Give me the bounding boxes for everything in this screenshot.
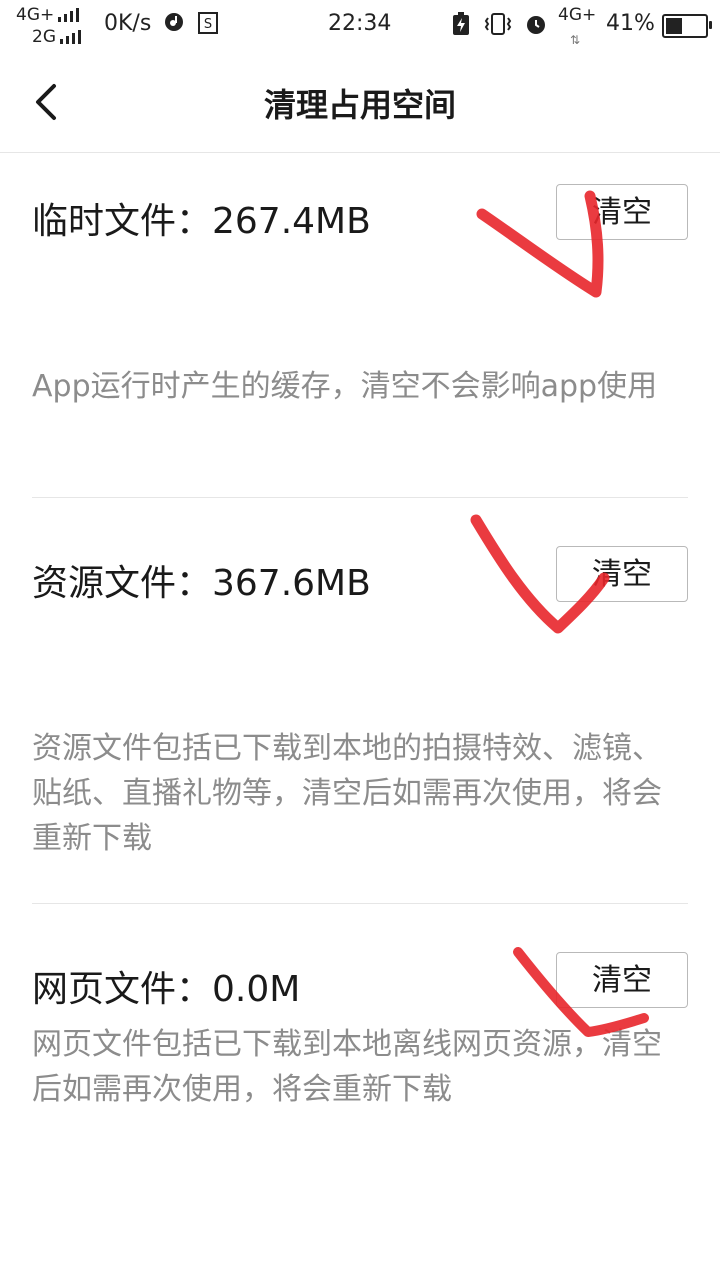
music-icon — [164, 12, 184, 40]
temp-files-section: 临时文件：267.4MB 清空 App运行时产生的缓存，清空不会影响app使用 — [32, 184, 688, 464]
network-type-top: 4G+ — [16, 5, 55, 25]
nav-bar: 清理占用空间 — [0, 52, 720, 153]
web-files-description: 网页文件包括已下载到本地离线网页资源，清空后如需再次使用，将会重新下载 — [32, 1027, 662, 1107]
resource-files-title: 资源文件：367.6MB — [32, 563, 371, 604]
resource-files-description: 资源文件包括已下载到本地的拍摄特效、滤镜、贴纸、直播礼物等，清空后如需再次使用，… — [32, 731, 662, 856]
network-type-bottom: 2G — [32, 27, 56, 47]
net-speed: 0K/s — [104, 11, 152, 36]
temp-files-description: App运行时产生的缓存，清空不会影响app使用 — [32, 369, 658, 404]
signal-network-label: 4G+ — [16, 6, 80, 24]
clear-resource-files-button[interactable]: 清空 — [556, 546, 688, 602]
temp-files-title: 临时文件：267.4MB — [32, 201, 371, 242]
web-files-title: 网页文件：0.0M — [32, 969, 301, 1010]
battery-level-fill — [666, 18, 682, 34]
clear-web-files-button[interactable]: 清空 — [556, 952, 688, 1008]
data-arrows-icon: ⇅ — [570, 33, 581, 47]
page-title: 清理占用空间 — [263, 86, 456, 124]
battery-percent: 41% — [606, 11, 655, 36]
clear-temp-files-button[interactable]: 清空 — [556, 184, 688, 240]
clock-time: 22:34 — [328, 11, 392, 36]
network-type-right: 4G+ — [558, 5, 597, 25]
signal-network-label-2: 2G — [32, 28, 82, 46]
charging-icon — [452, 12, 470, 44]
svg-text:S: S — [204, 17, 212, 32]
signal-bars-icon — [58, 8, 80, 22]
web-files-section: 网页文件：0.0M 清空 网页文件包括已下载到本地离线网页资源，清空后如需再次使… — [32, 952, 688, 1112]
divider — [32, 903, 688, 904]
divider — [32, 497, 688, 498]
signal-bars-icon — [60, 30, 82, 44]
vibrate-icon — [484, 12, 512, 44]
resource-files-section: 资源文件：367.6MB 清空 资源文件包括已下载到本地的拍摄特效、滤镜、贴纸、… — [32, 546, 688, 866]
alarm-icon — [524, 12, 548, 44]
status-bar: 4G+ 2G 0K/s S 22:34 4G+ ⇅ 41% — [0, 0, 720, 52]
s-app-icon: S — [198, 12, 218, 42]
battery-icon — [662, 14, 712, 38]
